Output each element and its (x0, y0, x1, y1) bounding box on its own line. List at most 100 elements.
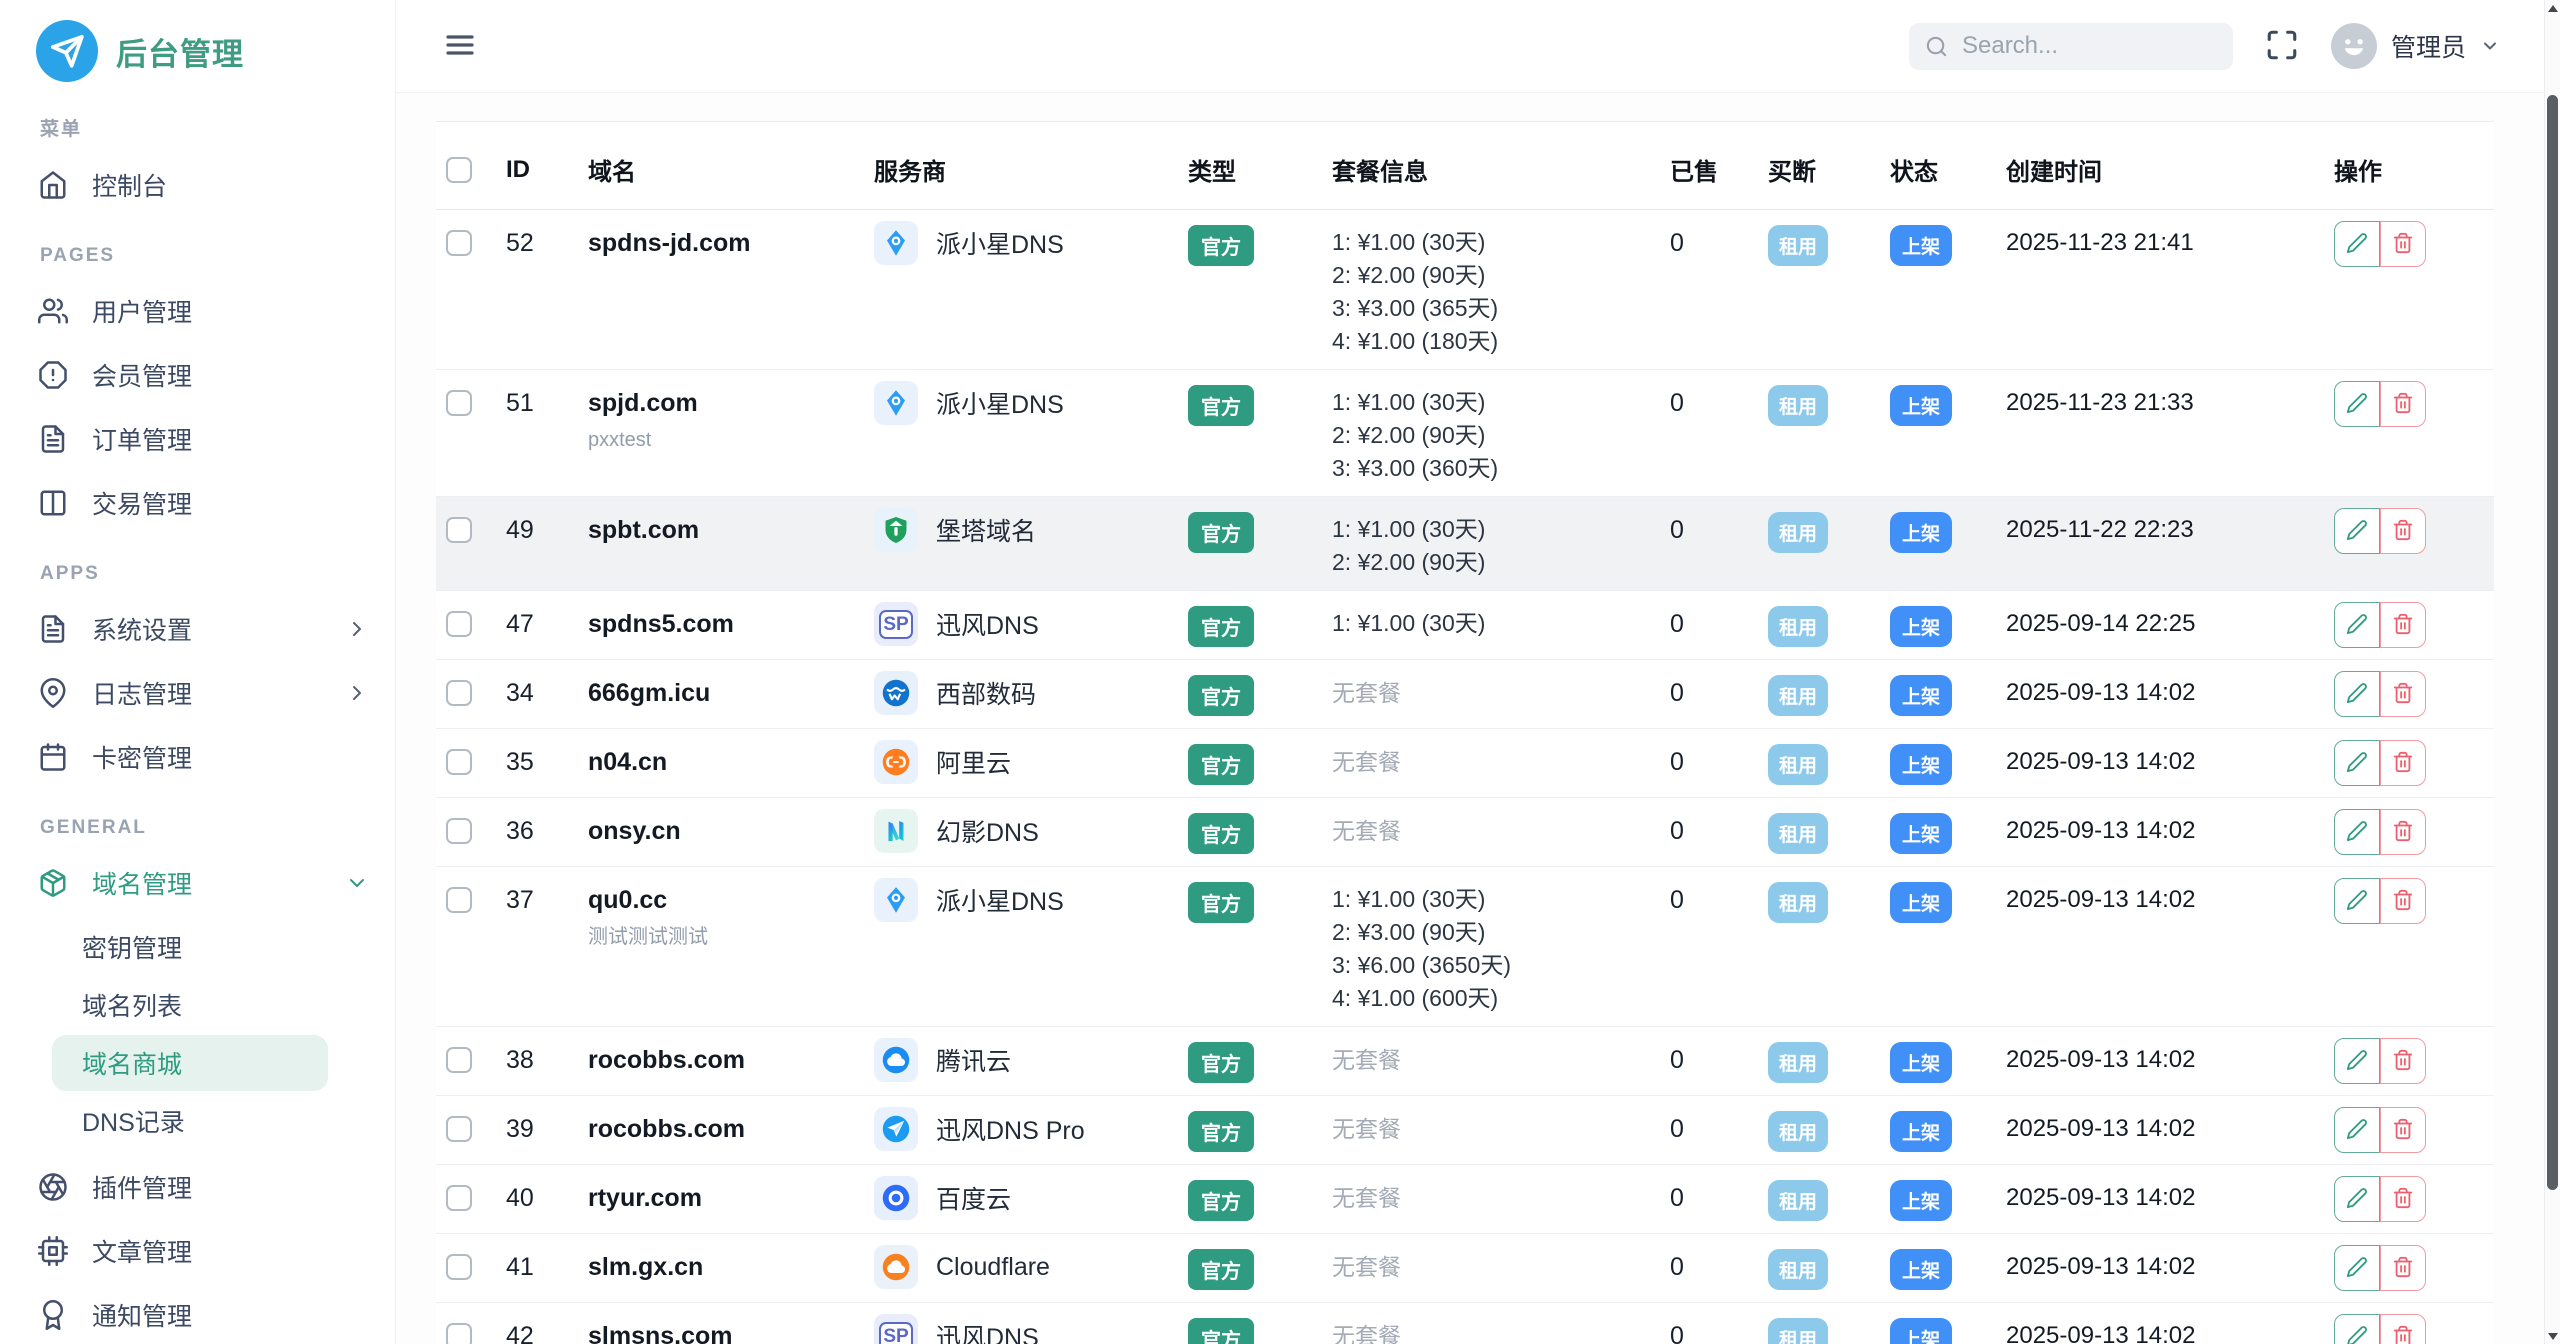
buyout-badge: 租用 (1768, 675, 1828, 716)
row-id: 36 (506, 817, 534, 845)
trash-icon (2392, 820, 2414, 845)
sidebar-item-console[interactable]: 控制台 (38, 153, 369, 217)
delete-button[interactable] (2380, 1176, 2426, 1222)
scroll-down-arrow[interactable] (2545, 1328, 2560, 1344)
sidebar-item-label: 插件管理 (92, 1169, 192, 1205)
delete-button[interactable] (2380, 221, 2426, 267)
domain-name: onsy.cn (588, 809, 862, 853)
edit-button[interactable] (2334, 1245, 2380, 1291)
tencent-cloud-icon (874, 1038, 918, 1082)
delete-button[interactable] (2380, 1245, 2426, 1291)
menu-toggle-button[interactable] (444, 29, 476, 64)
scrollbar[interactable] (2544, 0, 2560, 1344)
sidebar-item-domain-mall[interactable]: 域名商城 (52, 1035, 328, 1091)
sidebar-item-order-management[interactable]: 订单管理 (38, 407, 369, 471)
column-header: ID (506, 122, 588, 210)
header-checkbox[interactable] (446, 157, 472, 183)
edit-button[interactable] (2334, 1314, 2380, 1344)
sidebar-nav: 菜单 控制台PAGES 用户管理 会员管理 订单管理 交易管理APPS 系统设置… (0, 96, 395, 1344)
sidebar-item-domain-management[interactable]: 域名管理 (38, 851, 369, 915)
row-checkbox[interactable] (446, 230, 472, 256)
delete-button[interactable] (2380, 1038, 2426, 1084)
row-checkbox[interactable] (446, 818, 472, 844)
table-row: 35 n04.cn 阿里云 官方 无套餐 0 租用 上架 2025-09-13 … (436, 729, 2494, 798)
table-row: 36 onsy.cn 幻影DNS 官方 无套餐 0 租用 上架 2025-09-… (436, 798, 2494, 867)
row-checkbox[interactable] (446, 1185, 472, 1211)
sidebar-item-notification-management[interactable]: 通知管理 (38, 1283, 369, 1344)
sidebar-item-article-management[interactable]: 文章管理 (38, 1219, 369, 1283)
cloudflare-icon (874, 1245, 918, 1289)
edit-button[interactable] (2334, 602, 2380, 648)
package-info: 1: ¥1.00 (30天)2: ¥3.00 (90天)3: ¥6.00 (36… (1332, 878, 1658, 1015)
delete-button[interactable] (2380, 508, 2426, 554)
row-checkbox[interactable] (446, 680, 472, 706)
sidebar-item-dns-records[interactable]: DNS记录 (52, 1093, 328, 1149)
delete-button[interactable] (2380, 740, 2426, 786)
table-row: 38 rocobbs.com 腾讯云 官方 无套餐 0 租用 上架 2025-0… (436, 1027, 2494, 1096)
provider-name: 阿里云 (936, 744, 1011, 780)
edit-button[interactable] (2334, 221, 2380, 267)
row-checkbox[interactable] (446, 1254, 472, 1280)
edit-button[interactable] (2334, 381, 2380, 427)
baota-icon (874, 508, 918, 552)
provider-name: 迅风DNS (936, 1318, 1039, 1344)
provider-name: 西部数码 (936, 675, 1036, 711)
delete-button[interactable] (2380, 1314, 2426, 1344)
edit-button[interactable] (2334, 1107, 2380, 1153)
delete-button[interactable] (2380, 1107, 2426, 1153)
domain-note: 测试测试测试 (588, 924, 862, 950)
sidebar-item-domain-list[interactable]: 域名列表 (52, 977, 328, 1033)
sidebar-item-plugin-management[interactable]: 插件管理 (38, 1155, 369, 1219)
table-row: 52 spdns-jd.com 派小星DNS 官方 1: ¥1.00 (30天)… (436, 210, 2494, 370)
paixiaoxing-icon (874, 878, 918, 922)
sidebar-item-label: 通知管理 (92, 1297, 192, 1333)
app-logo[interactable]: 后台管理 (0, 0, 395, 96)
sidebar-item-trade-management[interactable]: 交易管理 (38, 471, 369, 535)
search-input[interactable] (1960, 31, 2217, 61)
edit-button[interactable] (2334, 1038, 2380, 1084)
delete-button[interactable] (2380, 602, 2426, 648)
delete-button[interactable] (2380, 809, 2426, 855)
buyout-badge: 租用 (1768, 1318, 1828, 1344)
sold-count: 0 (1670, 1115, 1684, 1143)
row-checkbox[interactable] (446, 1323, 472, 1344)
edit-button[interactable] (2334, 1176, 2380, 1222)
chevron-right-icon (345, 681, 369, 705)
aperture-icon (38, 1172, 68, 1202)
sidebar-item-key-management[interactable]: 密钥管理 (52, 919, 328, 975)
row-checkbox[interactable] (446, 887, 472, 913)
delete-button[interactable] (2380, 878, 2426, 924)
row-checkbox[interactable] (446, 611, 472, 637)
table-row: 34 666gm.icu 西部数码 官方 无套餐 0 租用 上架 2025-09… (436, 660, 2494, 729)
sidebar-item-card-key-management[interactable]: 卡密管理 (38, 725, 369, 789)
row-checkbox[interactable] (446, 1047, 472, 1073)
file-text-icon (38, 424, 68, 454)
edit-button[interactable] (2334, 878, 2380, 924)
edit-button[interactable] (2334, 809, 2380, 855)
buyout-badge: 租用 (1768, 744, 1828, 785)
edit-button[interactable] (2334, 740, 2380, 786)
table-row: 51 spjd.compxxtest 派小星DNS 官方 1: ¥1.00 (3… (436, 370, 2494, 497)
sidebar-item-member-management[interactable]: 会员管理 (38, 343, 369, 407)
fullscreen-button[interactable] (2265, 28, 2299, 65)
row-id: 40 (506, 1184, 534, 1212)
delete-button[interactable] (2380, 671, 2426, 717)
row-checkbox[interactable] (446, 517, 472, 543)
search-icon (1925, 35, 1948, 58)
scroll-up-arrow[interactable] (2545, 0, 2560, 16)
sidebar-item-system-settings[interactable]: 系统设置 (38, 597, 369, 661)
edit-button[interactable] (2334, 508, 2380, 554)
scrollbar-thumb[interactable] (2547, 95, 2558, 1190)
search-box[interactable] (1909, 23, 2233, 70)
user-menu[interactable]: 管理员 (2331, 23, 2500, 69)
row-checkbox[interactable] (446, 749, 472, 775)
delete-button[interactable] (2380, 381, 2426, 427)
type-badge: 官方 (1188, 744, 1254, 785)
sidebar-item-log-management[interactable]: 日志管理 (38, 661, 369, 725)
row-checkbox[interactable] (446, 390, 472, 416)
sidebar-item-user-management[interactable]: 用户管理 (38, 279, 369, 343)
edit-button[interactable] (2334, 671, 2380, 717)
status-badge: 上架 (1890, 675, 1952, 716)
app-root: 后台管理 菜单 控制台PAGES 用户管理 会员管理 订单管理 交易管理APPS… (0, 0, 2560, 1344)
row-checkbox[interactable] (446, 1116, 472, 1142)
